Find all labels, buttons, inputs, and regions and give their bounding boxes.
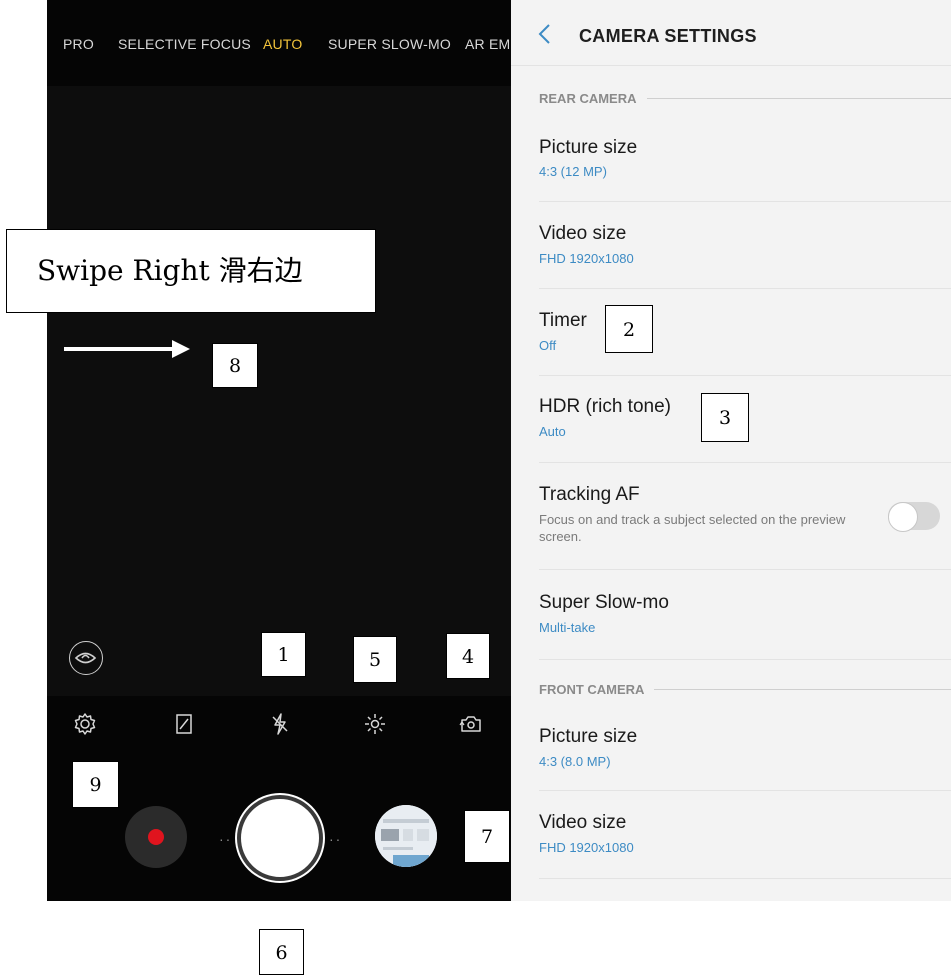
setting-row-timer[interactable]: Timer Off	[539, 289, 951, 376]
back-chevron-icon[interactable]	[537, 23, 551, 45]
callout-9: 9	[72, 761, 119, 808]
tracking-af-toggle[interactable]	[888, 502, 940, 532]
callout-6: 6	[259, 929, 304, 975]
camera-settings-screen: CAMERA SETTINGS REAR CAMERA Picture size…	[511, 0, 951, 901]
section-header-rear-camera: REAR CAMERA	[539, 91, 951, 106]
gear-icon[interactable]	[71, 710, 99, 738]
callout-8: 8	[212, 343, 258, 388]
flash-off-icon[interactable]	[266, 710, 294, 738]
aspect-ratio-icon[interactable]	[170, 710, 198, 738]
mode-selective-focus[interactable]: SELECTIVE FOCUS	[118, 36, 251, 52]
settings-header: CAMERA SETTINGS	[511, 0, 951, 66]
setting-row-rear-picture-size[interactable]: Picture size 4:3 (12 MP)	[539, 118, 951, 202]
section-header-front-camera: FRONT CAMERA	[539, 682, 951, 697]
setting-row-front-picture-size[interactable]: Picture size 4:3 (8.0 MP)	[539, 705, 951, 791]
swipe-right-arrow-icon	[64, 338, 192, 360]
setting-row-rear-video-size[interactable]: Video size FHD 1920x1080	[539, 202, 951, 289]
page-title: CAMERA SETTINGS	[579, 26, 757, 46]
mode-auto[interactable]: AUTO	[263, 36, 302, 52]
swipe-right-annotation: Swipe Right 滑右边	[6, 229, 376, 313]
bixby-vision-icon[interactable]	[69, 641, 103, 675]
shutter-dots-right: ··	[329, 831, 343, 847]
camera-mode-bar: PRO SELECTIVE FOCUS AUTO SUPER SLOW-MO A…	[47, 0, 511, 86]
record-button[interactable]	[125, 806, 187, 868]
shutter-button[interactable]	[237, 795, 323, 881]
callout-3: 3	[701, 393, 749, 442]
switch-camera-icon[interactable]	[457, 710, 485, 738]
filter-effects-icon[interactable]	[361, 710, 389, 738]
setting-row-super-slow-mo[interactable]: Super Slow-mo Multi-take	[539, 570, 951, 660]
gallery-thumbnail[interactable]	[375, 805, 437, 867]
camera-viewfinder[interactable]	[47, 86, 511, 696]
callout-1: 1	[261, 632, 306, 677]
mode-pro[interactable]: PRO	[63, 36, 94, 52]
mode-ar-emoji[interactable]: AR EM	[465, 36, 510, 52]
callout-7: 7	[464, 810, 510, 863]
callout-2: 2	[605, 305, 653, 353]
mode-super-slow-mo[interactable]: SUPER SLOW-MO	[328, 36, 451, 52]
callout-5: 5	[353, 636, 397, 683]
callout-4: 4	[446, 633, 490, 679]
shutter-dots-left: ··	[219, 831, 233, 847]
setting-row-front-video-size[interactable]: Video size FHD 1920x1080	[539, 791, 951, 879]
